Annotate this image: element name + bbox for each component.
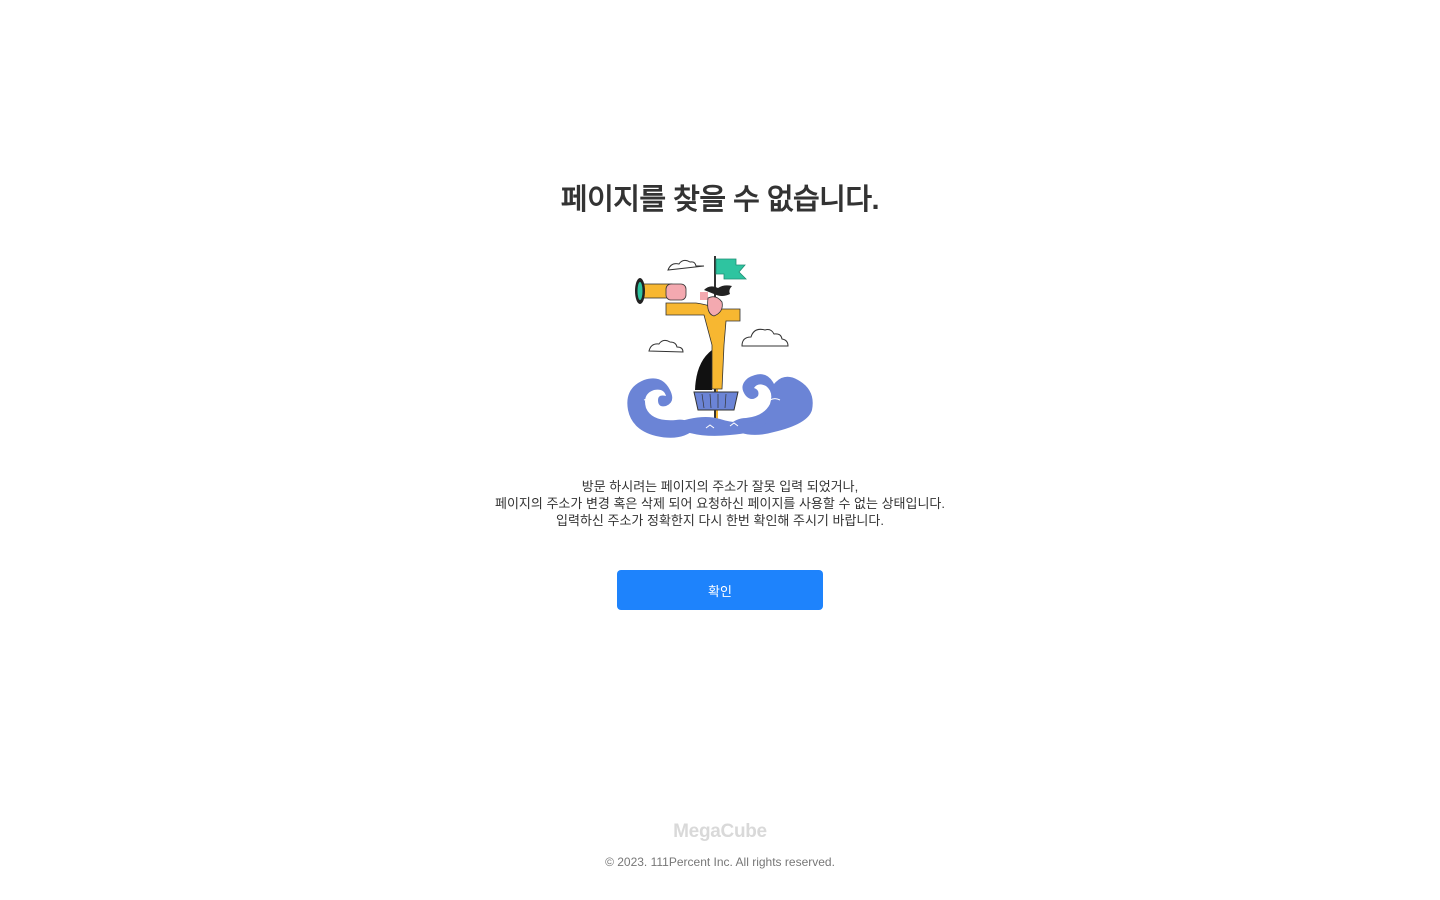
megacube-logo: MegaCube <box>673 821 767 842</box>
error-message-line: 방문 하시려는 페이지의 주소가 잘못 입력 되었거나, <box>581 479 859 494</box>
page-title: 페이지를 찾을 수 없습니다. <box>560 184 880 216</box>
error-message-line: 페이지의 주소가 변경 혹은 삭제 되어 요청하신 페이지를 사용할 수 없는 … <box>495 496 945 511</box>
sail <box>695 350 712 390</box>
lookout-hair <box>704 285 732 296</box>
not-found-page: 페이지를 찾을 수 없습니다. 방문 하시려는 페이지의 주소가 잘못 입력 되… <box>0 0 1440 900</box>
confirm-button[interactable]: 확인 <box>617 570 823 610</box>
lookout-telescope-illustration <box>620 250 820 445</box>
copyright-text: © 2023. 111Percent Inc. All rights reser… <box>605 855 835 869</box>
error-message-line: 입력하신 주소가 정확한지 다시 한번 확인해 주시기 바랍니다. <box>556 513 884 528</box>
error-message: 방문 하시려는 페이지의 주소가 잘못 입력 되었거나, 페이지의 주소가 변경… <box>0 478 1440 529</box>
telescope-icon <box>635 278 687 304</box>
boat-basket <box>693 391 739 411</box>
flag-icon <box>715 258 747 280</box>
